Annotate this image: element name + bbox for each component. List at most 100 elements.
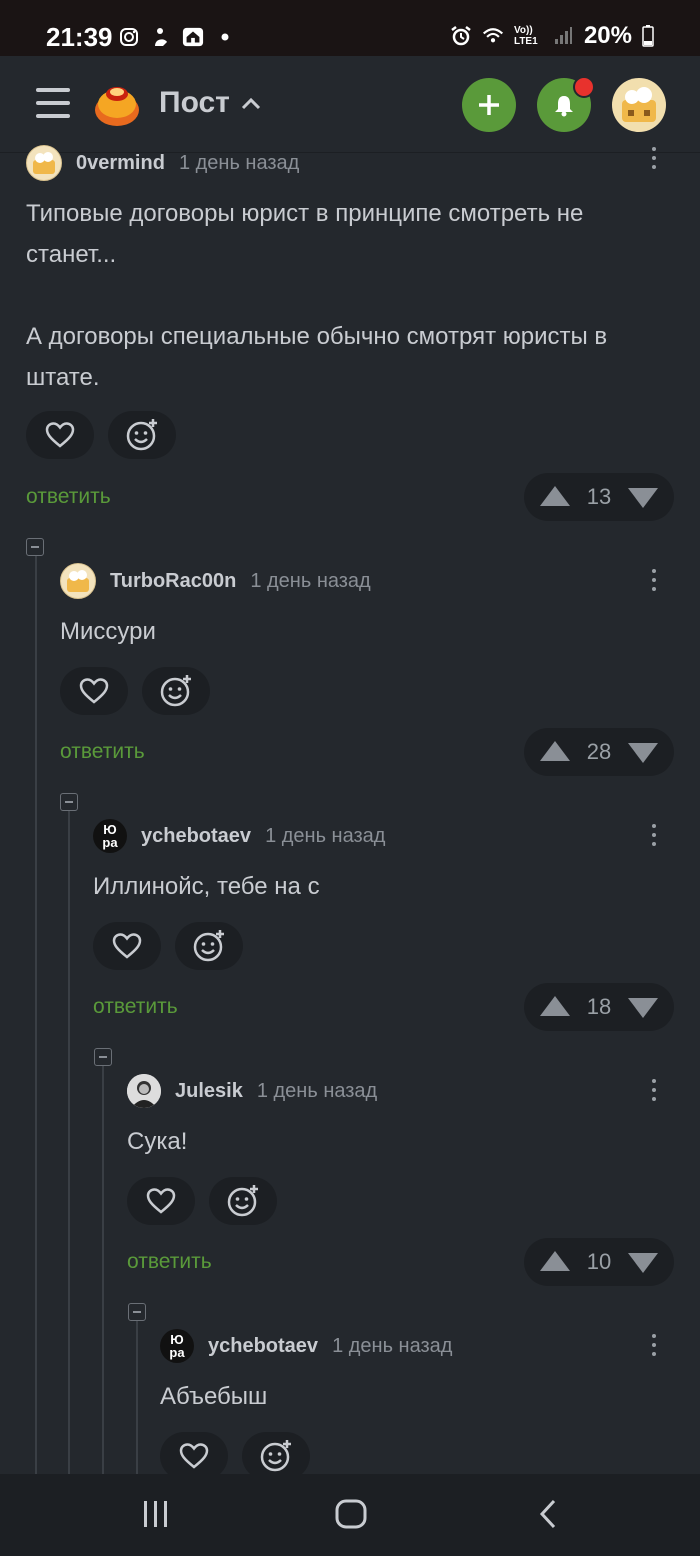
comment-author[interactable]: Julesik: [175, 1080, 243, 1103]
add-reaction-button[interactable]: [108, 411, 176, 459]
home-icon[interactable]: [334, 1496, 370, 1537]
downvote-button[interactable]: [628, 488, 658, 508]
like-button[interactable]: [127, 1177, 195, 1225]
comment-header: 0vermind 1 день назад: [26, 145, 299, 181]
comment-text: Сука!: [127, 1128, 188, 1155]
status-left-icons: [118, 26, 236, 48]
cat-avatar[interactable]: [60, 563, 96, 599]
comment: TurboRac00n 1 день назад Миссури ответит…: [60, 563, 674, 783]
reply-button[interactable]: ответить: [93, 995, 178, 1019]
comment-author[interactable]: TurboRac00n: [110, 570, 236, 593]
more-options-icon[interactable]: [650, 147, 658, 174]
add-emoji-icon: [160, 675, 191, 707]
back-icon[interactable]: [534, 1498, 564, 1535]
reply-button[interactable]: ответить: [26, 485, 111, 509]
comment-author[interactable]: 0vermind: [76, 152, 165, 175]
signal-icon: [552, 25, 574, 47]
notifications-button[interactable]: [537, 76, 595, 132]
heart-icon: [112, 933, 142, 959]
collapse-thread-button[interactable]: [128, 1303, 146, 1321]
comment-author[interactable]: ychebotaev: [208, 1335, 318, 1358]
heart-icon: [179, 1443, 209, 1469]
collapse-thread-button[interactable]: [60, 793, 78, 811]
avatar-letters: ра: [169, 1345, 185, 1360]
alarm-icon: [450, 25, 472, 47]
dot-icon: [214, 26, 236, 48]
comment-text: Миссури: [60, 618, 156, 645]
battery-percent: 20%: [583, 22, 632, 49]
add-reaction-button[interactable]: [242, 1432, 310, 1474]
comment: Ю ра ychebotaev 1 день назад Иллинойс, т…: [93, 818, 674, 1038]
comment: Ю ра ychebotaev 1 день назад Абъебыш: [160, 1328, 674, 1474]
heart-icon: [146, 1188, 176, 1214]
avatar-letters: ра: [102, 835, 118, 850]
add-reaction-button[interactable]: [175, 922, 243, 970]
thread-line: [136, 1321, 138, 1474]
comment-text: Абъебыш: [160, 1383, 268, 1410]
page-title[interactable]: Пост: [159, 86, 230, 120]
comment-time: 1 день назад: [256, 1079, 378, 1102]
downvote-button[interactable]: [628, 998, 658, 1018]
volte-icon: Vo)) LTE1: [513, 25, 538, 47]
downvote-button[interactable]: [628, 1253, 658, 1273]
add-emoji-icon: [260, 1440, 291, 1472]
comment-time: 1 день назад: [178, 151, 300, 174]
bell-icon: [555, 96, 573, 117]
vote-control: 18: [524, 983, 674, 1031]
like-button[interactable]: [160, 1432, 228, 1474]
add-emoji-icon: [193, 930, 224, 962]
profile-avatar-button[interactable]: [612, 78, 666, 132]
add-emoji-icon: [126, 419, 157, 451]
comment-header: Ю ра ychebotaev 1 день назад: [93, 818, 385, 854]
like-button[interactable]: [26, 411, 94, 459]
yura-avatar[interactable]: Ю ра: [93, 819, 127, 853]
add-reaction-button[interactable]: [142, 667, 210, 715]
app-logo[interactable]: [93, 80, 141, 128]
collapse-thread-button[interactable]: [94, 1048, 112, 1066]
thread-line: [68, 811, 70, 1474]
heart-icon: [79, 678, 109, 704]
status-bar: 21:39 Vo)) LTE1 20%: [0, 0, 700, 56]
more-options-icon[interactable]: [650, 1334, 658, 1361]
like-button[interactable]: [60, 667, 128, 715]
like-button[interactable]: [93, 922, 161, 970]
instagram-icon: [118, 26, 140, 48]
more-options-icon[interactable]: [650, 569, 658, 596]
system-nav-bar: [0, 1474, 700, 1556]
add-post-button[interactable]: [462, 78, 516, 132]
more-options-icon[interactable]: [650, 824, 658, 851]
status-right: Vo)) LTE1 20%: [450, 22, 654, 50]
menu-icon[interactable]: [36, 88, 70, 127]
comment-header: Julesik 1 день назад: [127, 1073, 377, 1109]
thread-line: [35, 556, 37, 1474]
comment: 0vermind 1 день назад Типовые договоры ю…: [26, 145, 674, 525]
more-options-icon[interactable]: [650, 1079, 658, 1106]
comment-header: Ю ра ychebotaev 1 день назад: [160, 1328, 452, 1364]
heart-icon: [45, 422, 75, 448]
battery-icon: [642, 25, 654, 47]
comment-time: 1 день назад: [332, 1334, 453, 1357]
cat-avatar[interactable]: [26, 145, 62, 181]
recent-apps-icon[interactable]: [140, 1498, 172, 1535]
vote-control: 13: [524, 473, 674, 521]
reply-button[interactable]: ответить: [127, 1250, 212, 1274]
comment: Julesik 1 день назад Сука! ответить 10: [127, 1073, 674, 1293]
comment-author[interactable]: ychebotaev: [141, 825, 251, 848]
comment-header: TurboRac00n 1 день назад: [60, 563, 371, 599]
collapse-thread-button[interactable]: [26, 538, 44, 556]
thread-line: [102, 1066, 104, 1474]
home-app-icon: [182, 26, 204, 48]
comment-time: 1 день назад: [265, 824, 386, 847]
reply-button[interactable]: ответить: [60, 740, 145, 764]
vote-control: 10: [524, 1238, 674, 1286]
yura-avatar[interactable]: Ю ра: [160, 1329, 194, 1363]
add-reaction-button[interactable]: [209, 1177, 277, 1225]
comment-text: Иллинойс, тебе на с: [93, 873, 320, 900]
photo-avatar[interactable]: [127, 1074, 161, 1108]
downvote-button[interactable]: [628, 743, 658, 763]
cat-avatar-icon: [622, 87, 656, 122]
notification-badge: [573, 76, 595, 98]
chevron-up-icon[interactable]: [240, 96, 262, 115]
add-emoji-icon: [227, 1185, 258, 1217]
comment-time: 1 день назад: [250, 569, 371, 592]
